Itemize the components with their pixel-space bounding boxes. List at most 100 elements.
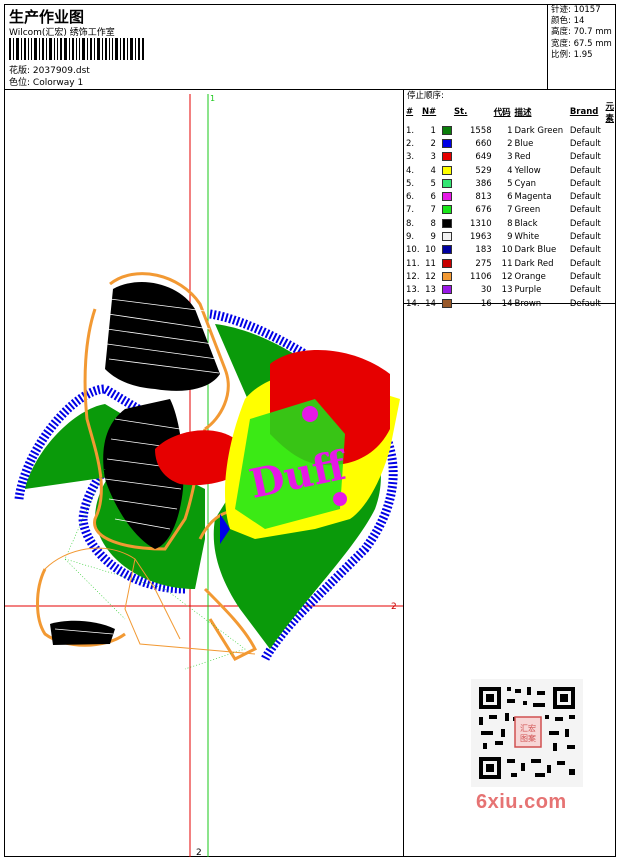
cell-idx: 9. (406, 232, 415, 243)
guide-label-right: 2 (391, 602, 397, 612)
studio-name: Wilcom(汇宏) 绣饰工作室 (9, 28, 115, 38)
cell-code: 1 (507, 125, 513, 136)
color-swatch (441, 125, 452, 135)
cell-code: 6 (507, 192, 513, 203)
cell-desc: Cyan (514, 178, 537, 189)
cell-brand: Default (569, 232, 601, 243)
table-row: 2. 2 660 2 Blue Default (405, 137, 615, 150)
table-row: 12. 12 1106 12 Orange Default (405, 270, 615, 283)
design-preview: 1 2 2 Duff (5, 94, 403, 857)
production-worksheet: 生产作业图 Wilcom(汇宏) 绣饰工作室 花版: 2037909.dst 色… (4, 4, 616, 857)
guide-label-bottom: 2 (196, 848, 202, 857)
cell-idx: 5. (406, 178, 415, 189)
cell-idx: 12. (406, 271, 420, 282)
cell-desc: Yellow (514, 165, 541, 176)
needle-number: 9 (430, 232, 436, 243)
cell-st: 275 (475, 258, 492, 269)
design-stats: 针迹: 10157 颜色: 14 高度: 70.7 mm 宽度: 67.5 mm… (549, 5, 612, 61)
table-row: 1. 1 1558 1 Dark Green Default (405, 124, 615, 137)
color-swatch (441, 152, 452, 162)
cell-brand: Default (569, 192, 601, 203)
cell-idx: 11. (406, 258, 420, 269)
stat-scale: 比例: 1.95 (551, 49, 593, 60)
cell-st: 529 (475, 165, 492, 176)
cell-desc: Dark Blue (514, 245, 557, 256)
cell-st: 813 (475, 192, 492, 203)
table-row: 5. 5 386 5 Cyan Default (405, 177, 615, 190)
cell-st: 660 (475, 138, 492, 149)
color-swatch (441, 218, 452, 228)
watermark-text: 6xiu.com (476, 791, 567, 813)
cell-idx: 6. (406, 192, 415, 203)
cell-st: 649 (475, 152, 492, 163)
cell-idx: 13. (406, 285, 420, 296)
cell-brand: Default (569, 178, 601, 189)
cell-brand: Default (569, 245, 601, 256)
cell-st: 676 (475, 205, 492, 216)
cell-desc: White (514, 232, 540, 243)
needle-number: 13 (425, 285, 436, 296)
stat-width: 宽度: 67.5 mm (551, 38, 612, 49)
needle-number: 5 (430, 178, 436, 189)
cell-idx: 1. (406, 125, 415, 136)
cell-brand: Default (569, 138, 601, 149)
needle-number: 14 (425, 298, 436, 309)
color-swatch (441, 192, 452, 202)
cell-code: 13 (501, 285, 513, 296)
colorway: 色位: Colorway 1 (9, 78, 84, 88)
color-swatch (441, 245, 452, 255)
table-row: 7. 7 676 7 Green Default (405, 204, 615, 217)
needle-number: 7 (430, 205, 436, 216)
cell-brand: Default (569, 258, 601, 269)
cell-idx: 4. (406, 165, 415, 176)
cell-idx: 7. (406, 205, 415, 216)
stat-stitches: 针迹: 10157 (551, 5, 601, 15)
cell-st: 1963 (470, 232, 492, 243)
cell-code: 14 (501, 298, 513, 309)
needle-number: 11 (425, 258, 436, 269)
cell-idx: 10. (406, 245, 420, 256)
cell-desc: Magenta (514, 192, 552, 203)
stats-divider (547, 5, 548, 89)
cell-code: 4 (507, 165, 513, 176)
cell-st: 1310 (470, 218, 492, 229)
cell-brand: Default (569, 271, 601, 282)
cell-idx: 14. (406, 298, 420, 309)
needle-number: 6 (430, 192, 436, 203)
color-swatch (441, 178, 452, 188)
table-row: 9. 9 1963 9 White Default (405, 230, 615, 243)
cell-idx: 3. (406, 152, 415, 163)
table-row: 4. 4 529 4 Yellow Default (405, 164, 615, 177)
cell-code: 8 (507, 218, 513, 229)
table-row: 14. 14 16 14 Brown Default (405, 297, 615, 310)
cell-desc: Blue (514, 138, 534, 149)
needle-number: 4 (430, 165, 436, 176)
cell-desc: Dark Red (514, 258, 554, 269)
color-swatch (441, 232, 452, 242)
color-sequence-table: # N# St. 代码 描述 Brand 元素 1. 1 1558 1 Dark Gre… (405, 100, 615, 310)
cell-desc: Dark Green (514, 125, 564, 136)
cell-desc: Purple (514, 285, 542, 296)
cell-st: 183 (475, 245, 492, 256)
table-row: 11. 11 275 11 Dark Red Default (405, 257, 615, 270)
guide-label-top: 1 (210, 94, 215, 103)
needle-number: 8 (430, 218, 436, 229)
table-row: 13. 13 30 13 Purple Default (405, 284, 615, 297)
cell-brand: Default (569, 218, 601, 229)
cell-code: 11 (501, 258, 513, 269)
needle-number: 3 (430, 152, 436, 163)
barcode (9, 38, 144, 60)
cell-brand: Default (569, 205, 601, 216)
needle-number: 12 (425, 271, 436, 282)
cell-brand: Default (569, 152, 601, 163)
table-row: 6. 6 813 6 Magenta Default (405, 190, 615, 203)
cell-idx: 2. (406, 138, 415, 149)
page-title: 生产作业图 (9, 8, 85, 26)
needle-number: 10 (425, 245, 436, 256)
cell-idx: 8. (406, 218, 415, 229)
cell-desc: Orange (514, 271, 546, 282)
cell-st: 30 (480, 285, 492, 296)
cell-code: 2 (507, 138, 513, 149)
cell-st: 1558 (470, 125, 492, 136)
color-swatch (441, 165, 452, 175)
